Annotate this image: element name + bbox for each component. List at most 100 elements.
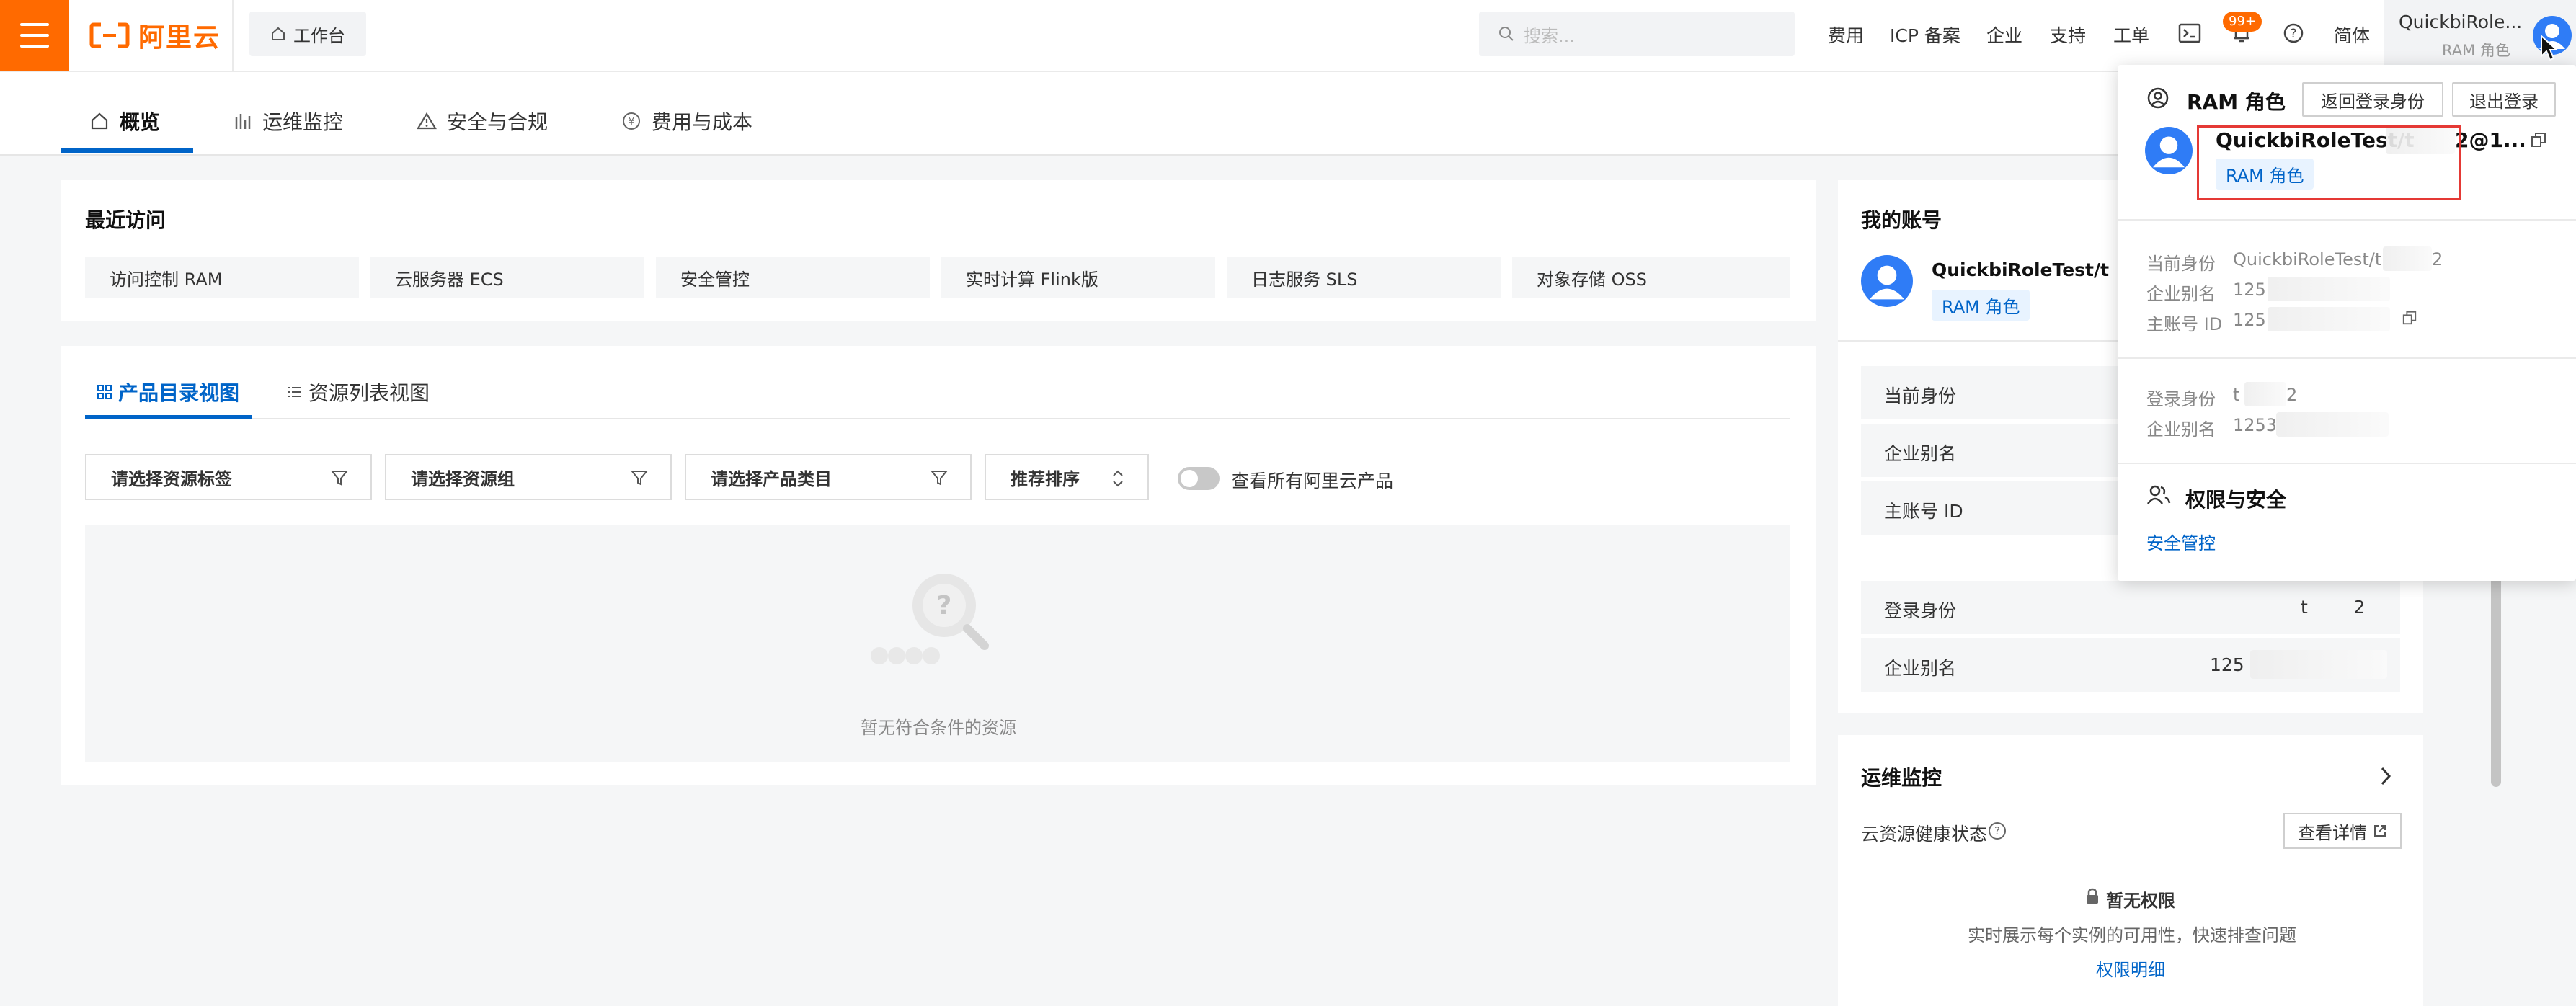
aliyun-logo-icon	[89, 22, 130, 48]
tab-overview[interactable]: 概览	[89, 107, 160, 135]
hamburger-menu-button[interactable]	[0, 0, 69, 71]
user-name: QuickbiRole...	[2399, 12, 2523, 32]
row-value: 125	[2210, 654, 2244, 675]
svg-text:?: ?	[1994, 824, 2000, 837]
help-icon[interactable]: ?	[2279, 19, 2308, 48]
highlight-box	[2197, 125, 2461, 200]
list-icon	[288, 387, 301, 397]
row-label: 企业别名	[1884, 443, 1957, 464]
copy-icon[interactable]	[2530, 131, 2547, 148]
view-tabs-divider	[85, 418, 1790, 419]
logout-button[interactable]: 退出登录	[2452, 82, 2556, 117]
account-role-tag: RAM 角色	[1932, 290, 2030, 321]
copy-icon[interactable]	[2402, 310, 2417, 326]
search-icon	[1499, 27, 1514, 41]
tab-cost[interactable]: ¥ 费用与成本	[621, 107, 752, 135]
enterprise-alias-value: 125	[2233, 280, 2266, 300]
dropdown-display-name-tail: 2@1...	[2455, 128, 2526, 152]
lock-icon	[2087, 888, 2098, 904]
recent-item-ram[interactable]: 访问控制 RAM	[85, 257, 359, 298]
external-link-icon	[2374, 825, 2386, 837]
redacted-mask	[2250, 650, 2387, 679]
tab-product-catalog[interactable]: 产品目录视图	[97, 378, 239, 406]
filter-product-category[interactable]: 请选择产品类目	[685, 454, 972, 500]
tab-security[interactable]: 安全与合规	[417, 107, 548, 135]
sort-select[interactable]: 推荐排序	[985, 454, 1149, 500]
sort-select-label: 推荐排序	[1011, 468, 1080, 489]
recent-visits-card	[61, 180, 1816, 321]
notification-badge: 99+	[2223, 12, 2262, 32]
divider	[2118, 463, 2576, 464]
recent-item-security-control[interactable]: 安全管控	[656, 257, 930, 298]
nav-support[interactable]: 支持	[2050, 22, 2086, 48]
view-details-button[interactable]: 查看详情	[2283, 813, 2402, 849]
tab-resource-list[interactable]: 资源列表视图	[287, 378, 430, 406]
redacted-mask	[2276, 412, 2389, 437]
avatar	[1861, 255, 1913, 307]
tab-ops-monitor[interactable]: 运维监控	[234, 107, 343, 135]
enterprise-alias-2-label: 企业别名	[2146, 419, 2216, 440]
tab-resource-list-label: 资源列表视图	[308, 381, 430, 405]
filter-icon	[330, 471, 349, 486]
show-all-products-toggle[interactable]	[1178, 467, 1220, 490]
security-control-link[interactable]: 安全管控	[2146, 529, 2216, 554]
nav-ticket[interactable]: 工单	[2113, 22, 2149, 48]
filter-resource-tag[interactable]: 请选择资源标签	[85, 454, 372, 500]
redacted-mask	[2268, 277, 2390, 301]
filter-resource-group[interactable]: 请选择资源组	[385, 454, 672, 500]
divider	[2118, 219, 2576, 221]
language-switch[interactable]: 简体	[2334, 22, 2370, 48]
divider	[232, 0, 234, 71]
current-identity-value: QuickbiRoleTest/t	[2233, 249, 2382, 270]
filter-resource-group-label: 请选择资源组	[411, 468, 515, 489]
nav-billing[interactable]: 费用	[1828, 22, 1864, 48]
nav-enterprise[interactable]: 企业	[1986, 22, 2022, 48]
recent-item-sls[interactable]: 日志服务 SLS	[1227, 257, 1501, 298]
active-tab-indicator	[61, 148, 193, 153]
tab-product-catalog-label: 产品目录视图	[118, 381, 240, 405]
recent-item-ecs[interactable]: 云服务器 ECS	[370, 257, 644, 298]
top-bar: 阿里云 工作台 搜索... 费用 ICP 备案 企业 支持 工单 99+ ? 简…	[0, 0, 2576, 72]
nav-icp[interactable]: ICP 备案	[1890, 22, 1960, 48]
home-icon	[272, 27, 285, 40]
enterprise-alias-label: 企业别名	[2146, 284, 2216, 304]
aliyun-logo[interactable]: 阿里云	[89, 17, 221, 53]
warning-triangle-icon	[417, 112, 437, 130]
row-value: t 2	[2301, 597, 2366, 618]
row-label: 企业别名	[1884, 658, 1957, 679]
workbench-button[interactable]: 工作台	[249, 12, 366, 56]
sort-arrows-icon	[1113, 470, 1123, 487]
yen-coin-icon: ¥	[623, 112, 640, 130]
svg-text:?: ?	[937, 591, 952, 620]
user-circle-icon	[2147, 87, 2169, 109]
account-row-enterprise-alias-2: 企业别名 125	[1861, 638, 2400, 692]
workbench-label: 工作台	[293, 25, 345, 46]
filter-resource-tag-label: 请选择资源标签	[111, 468, 232, 489]
bar-chart-icon	[235, 114, 251, 129]
ops-monitor-title: 运维监控	[1861, 766, 1942, 790]
chevron-right-icon[interactable]	[2379, 765, 2393, 787]
logo-text: 阿里云	[138, 23, 221, 53]
row-label: 登录身份	[1884, 600, 1957, 621]
help-icon[interactable]: ?	[1988, 822, 2007, 840]
vertical-scrollbar[interactable]	[2491, 562, 2501, 787]
account-row-login-identity: 登录身份 t 2	[1861, 581, 2400, 634]
permission-details-link[interactable]: 权限明细	[2096, 956, 2165, 981]
recent-item-oss[interactable]: 对象存储 OSS	[1512, 257, 1790, 298]
user-dropdown-panel: RAM 角色 返回登录身份 退出登录 QuickbiRoleTest/t 2@1…	[2118, 65, 2576, 581]
redacted-mask	[2383, 246, 2432, 271]
return-login-identity-button[interactable]: 返回登录身份	[2302, 82, 2443, 117]
search-input[interactable]: 搜索...	[1479, 12, 1795, 56]
active-view-indicator	[85, 415, 252, 419]
filter-product-category-label: 请选择产品类目	[711, 468, 832, 489]
row-label: 当前身份	[1884, 386, 1957, 406]
empty-search-icon: ?	[871, 574, 989, 664]
filter-icon	[930, 471, 949, 486]
my-account-title: 我的账号	[1861, 208, 1942, 232]
no-permission-title: 暂无权限	[2106, 891, 2175, 911]
terminal-icon[interactable]	[2175, 19, 2204, 48]
recent-item-flink[interactable]: 实时计算 Flink版	[941, 257, 1215, 298]
account-name: QuickbiRoleTest/t	[1932, 259, 2110, 280]
current-identity-label: 当前身份	[2146, 254, 2216, 274]
recent-visits-title: 最近访问	[85, 208, 166, 232]
